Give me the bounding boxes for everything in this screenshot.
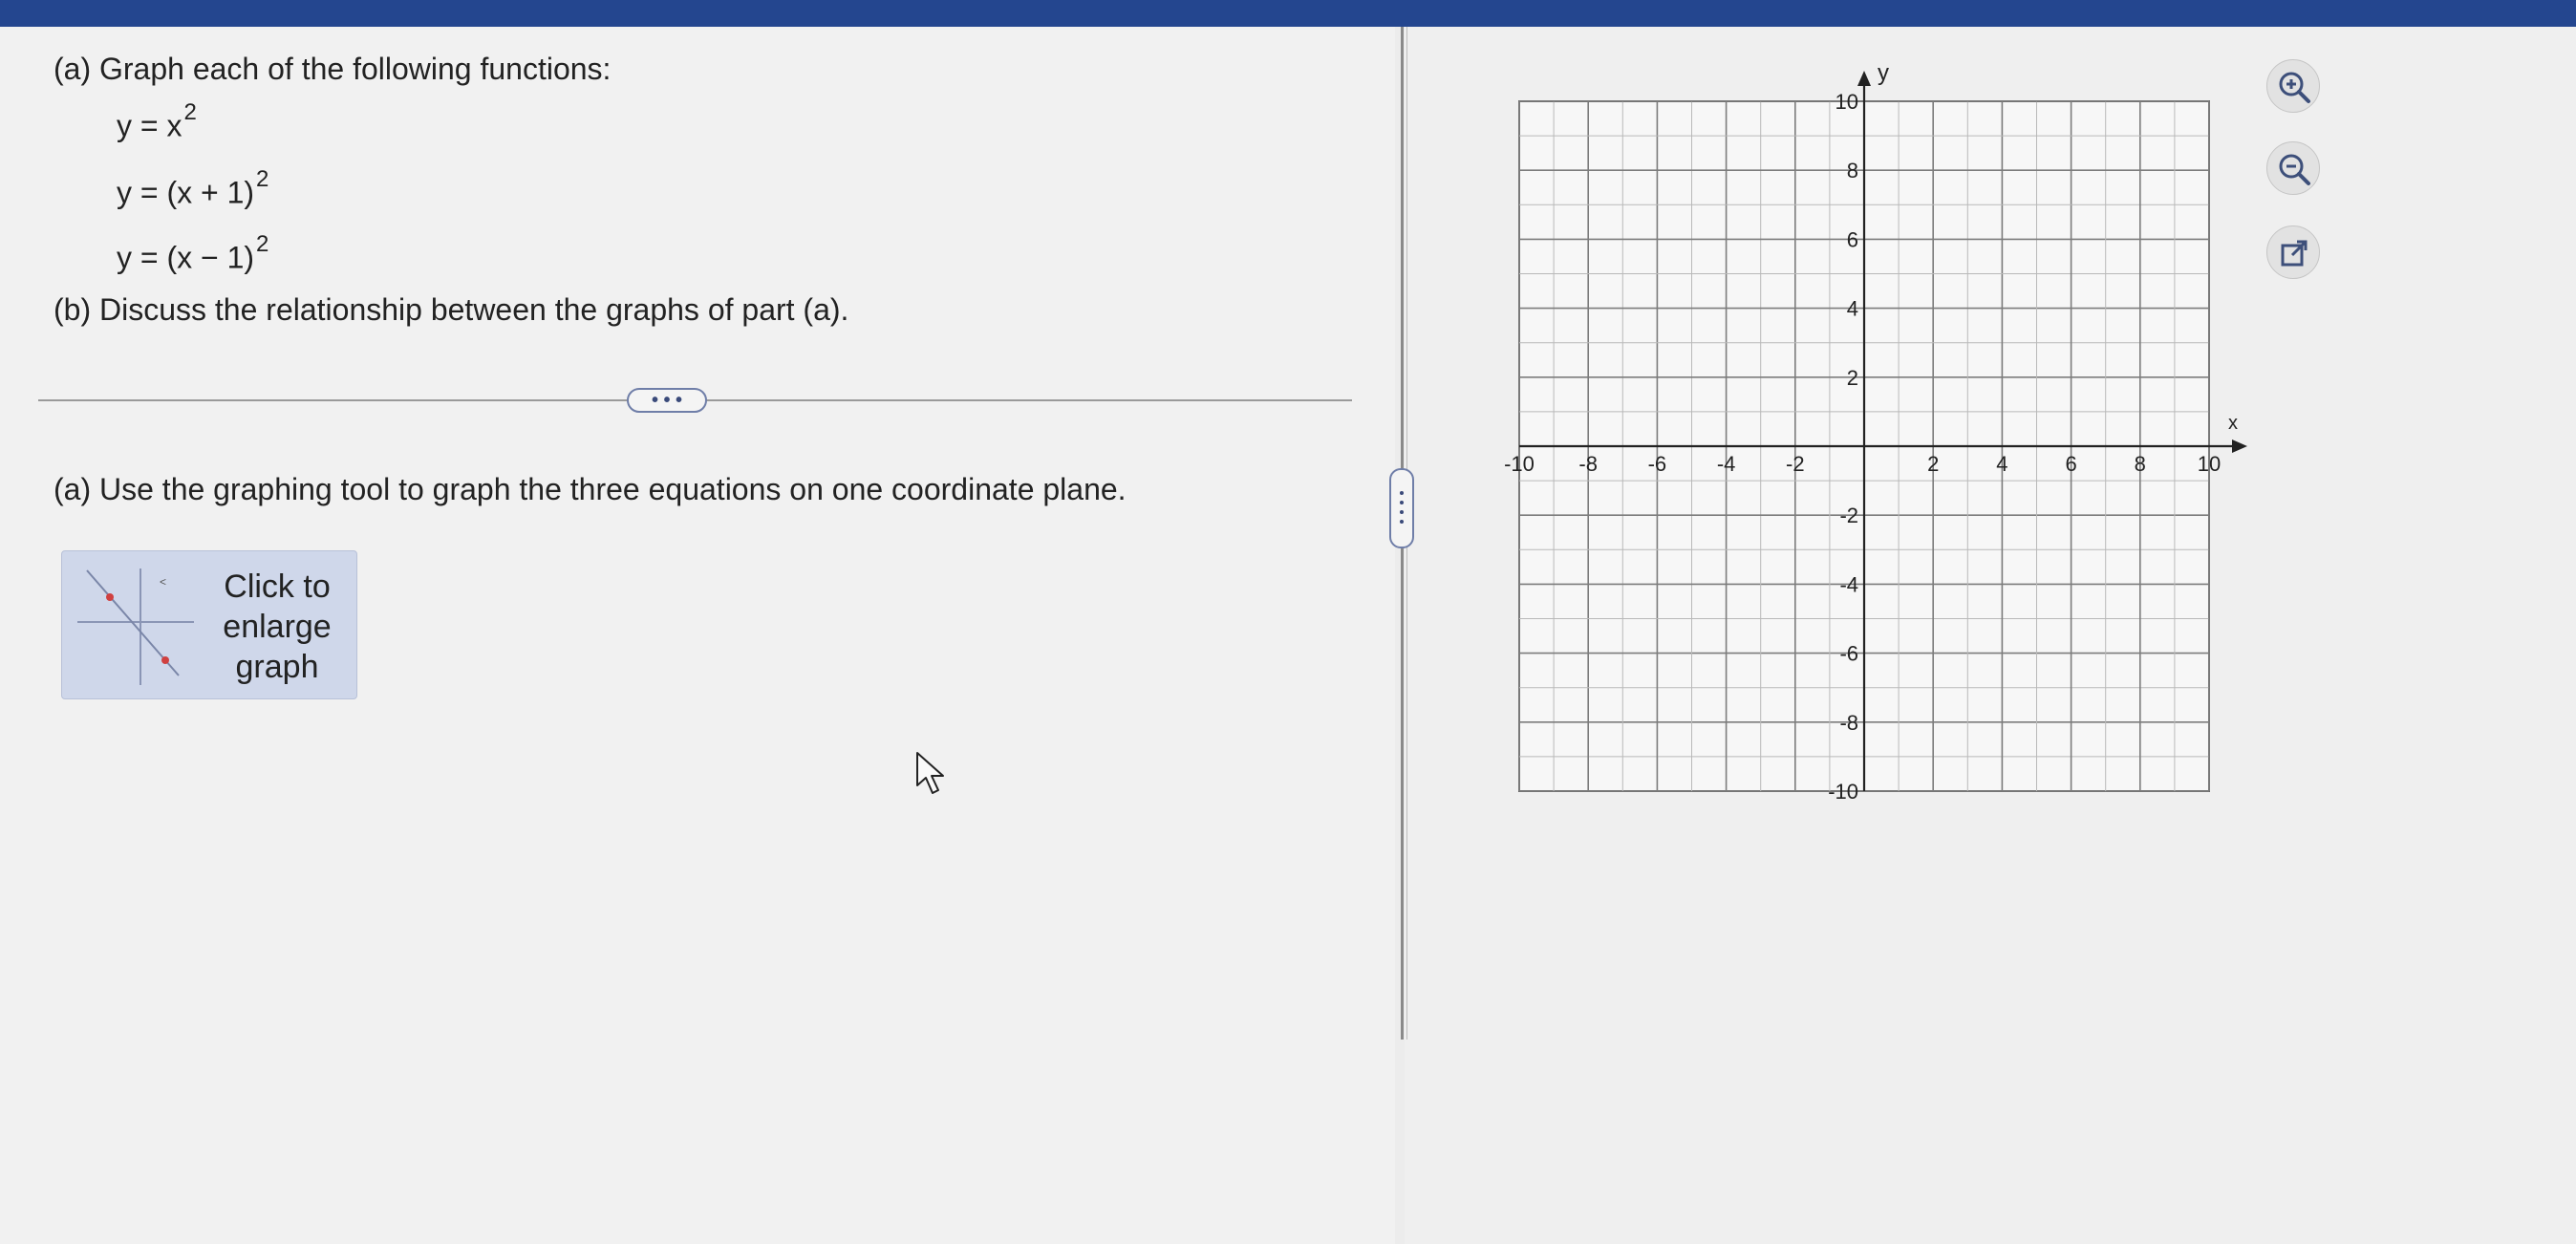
part-a-prompt: (a) Graph each of the following function…	[54, 52, 612, 86]
zoom-out-button[interactable]	[2266, 141, 2320, 195]
y-tick-label: 4	[1847, 297, 1858, 321]
x-axis-label: x	[2228, 413, 2238, 434]
x-tick-label: 4	[1996, 452, 2007, 476]
x-tick-label: 6	[2065, 452, 2076, 476]
popout-button[interactable]	[2266, 225, 2320, 279]
popout-icon	[2281, 240, 2308, 267]
x-tick-label: 8	[2135, 452, 2146, 476]
y-tick-label: 2	[1847, 366, 1858, 390]
x-tick-label: -6	[1648, 452, 1667, 476]
x-tick-label: 2	[1927, 452, 1939, 476]
part-b-prompt: (b) Discuss the relationship between the…	[54, 292, 849, 327]
coordinate-plane[interactable]: x y -10 -8 -6 -4 -2 2 4 6 8 10 10 8 6 4 2 -2 -4 -6 -8 -10	[1491, 57, 2255, 822]
enlarge-label: Click to enlarge graph	[223, 568, 332, 685]
x-tick-label: 10	[2198, 452, 2221, 476]
y-tick-label: 10	[1835, 90, 1858, 114]
graph-thumbnail-icon: <	[77, 568, 194, 685]
y-axis-label: y	[1878, 60, 1889, 86]
x-tick-label: -2	[1786, 452, 1805, 476]
instruction-text: (a) Use the graphing tool to graph the t…	[54, 472, 1127, 506]
x-tick-label: -4	[1717, 452, 1736, 476]
svg-text:<: <	[160, 575, 166, 589]
y-tick-label: -4	[1839, 572, 1858, 596]
x-axis-arrow	[2232, 440, 2247, 453]
zoom-out-icon	[2279, 154, 2310, 185]
y-tick-label: -10	[1828, 780, 1858, 804]
y-tick-label: -2	[1839, 504, 1858, 527]
equation-3: y = (x − 1)2	[117, 231, 269, 275]
y-tick-label: 8	[1847, 159, 1858, 182]
enlarge-graph-button[interactable]: < Click to enlarge graph	[61, 550, 357, 699]
equation-1: y = x2	[117, 99, 197, 143]
zoom-in-icon	[2279, 72, 2310, 103]
pane-resize-handle[interactable]	[1389, 468, 1414, 548]
expand-more-button[interactable]: • • •	[627, 388, 707, 413]
zoom-in-button[interactable]	[2266, 59, 2320, 113]
y-tick-label: -6	[1839, 642, 1858, 666]
top-bar	[0, 0, 2576, 27]
equation-2: y = (x + 1)2	[117, 166, 269, 210]
y-axis-arrow	[1857, 71, 1871, 86]
x-tick-label: -10	[1504, 452, 1535, 476]
x-tick-label: -8	[1578, 452, 1598, 476]
y-tick-label: 6	[1847, 227, 1858, 251]
mouse-cursor-icon	[916, 752, 944, 794]
y-tick-label: -8	[1839, 711, 1858, 735]
